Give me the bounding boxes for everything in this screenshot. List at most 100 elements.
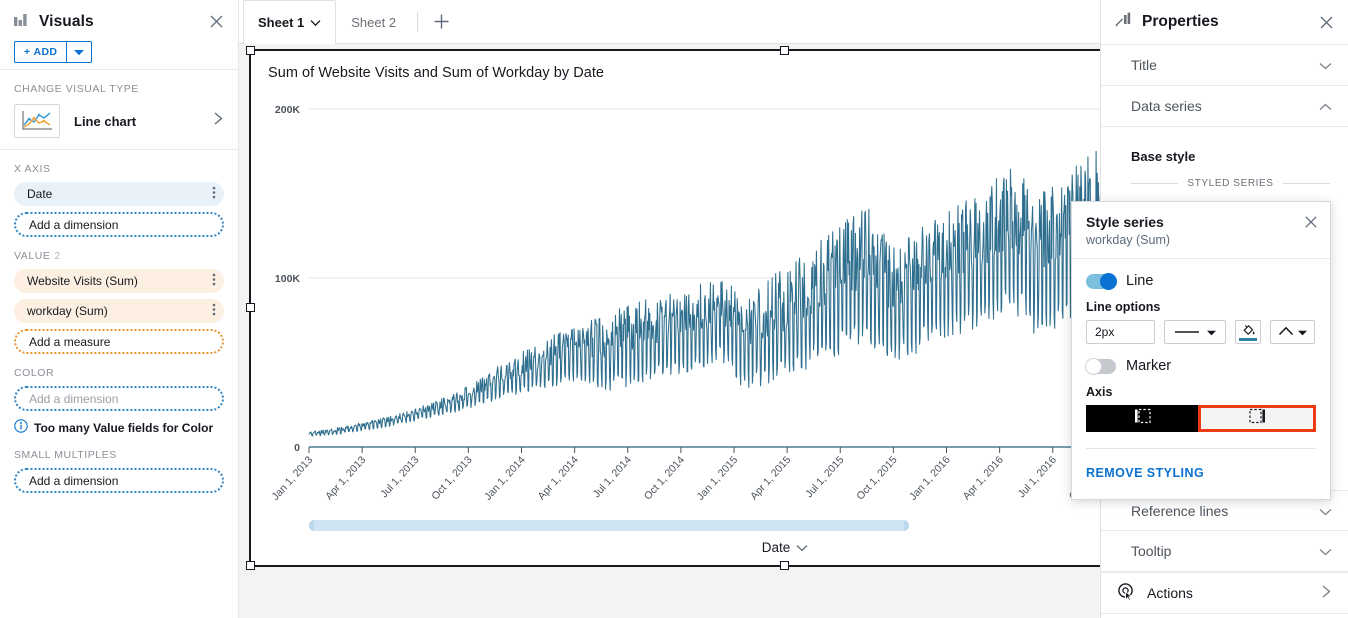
- style-series-popover[interactable]: Style series workday (Sum) Line Line opt…: [1071, 201, 1331, 500]
- color-add-dimension[interactable]: Add a dimension: [14, 386, 224, 411]
- value-add-measure[interactable]: Add a measure: [14, 329, 224, 354]
- svg-text:100K: 100K: [275, 273, 301, 285]
- x-axis-add-dimension[interactable]: Add a dimension: [14, 212, 224, 237]
- tab-label: Sheet 1: [258, 15, 304, 30]
- resize-handle-top-left[interactable]: [246, 46, 255, 55]
- close-icon[interactable]: [1318, 14, 1335, 36]
- close-icon[interactable]: [1303, 214, 1319, 235]
- kebab-menu-icon[interactable]: [212, 185, 216, 203]
- bar-chart-icon: [14, 12, 31, 32]
- value-label-text: VALUE: [14, 250, 50, 262]
- svg-text:Apr 1, 2015: Apr 1, 2015: [748, 454, 793, 502]
- kebab-menu-icon[interactable]: [212, 302, 216, 320]
- chevron-down-icon[interactable]: [796, 540, 808, 555]
- style-series-subtitle: workday (Sum): [1086, 233, 1316, 247]
- line-style-select[interactable]: [1164, 320, 1226, 344]
- axis-label: Axis: [1086, 385, 1316, 399]
- sheet-tabbar: Sheet 1 Sheet 2: [239, 0, 1100, 44]
- resize-handle-top-center[interactable]: [780, 46, 789, 55]
- selected-visual[interactable]: Sum of Website Visits and Sum of Workday…: [249, 49, 1100, 567]
- visual-type-selector[interactable]: Line chart: [14, 102, 224, 149]
- properties-section-title[interactable]: Title: [1101, 45, 1348, 86]
- axis-left-button[interactable]: [1086, 405, 1198, 432]
- svg-text:Oct 1, 2014: Oct 1, 2014: [642, 454, 687, 502]
- scrollbar-right-handle[interactable]: [904, 520, 909, 531]
- base-style-label: Base style: [1101, 127, 1348, 164]
- tab-sheet-2[interactable]: Sheet 2: [336, 0, 411, 43]
- line-toggle[interactable]: [1086, 274, 1116, 289]
- svg-text:0: 0: [294, 442, 300, 454]
- axis-left-icon: [1134, 408, 1151, 429]
- field-pill-workday[interactable]: workday (Sum): [14, 299, 224, 323]
- svg-text:Jul 1, 2016: Jul 1, 2016: [1016, 454, 1059, 500]
- value-field-count: 2: [54, 250, 60, 262]
- line-width-select[interactable]: 2px: [1086, 320, 1155, 344]
- section-label: Title: [1131, 57, 1157, 73]
- line-options-row: 2px: [1086, 320, 1316, 344]
- actions-target-icon: [1117, 582, 1136, 604]
- resize-handle-left-center[interactable]: [246, 303, 255, 312]
- svg-text:Oct 1, 2013: Oct 1, 2013: [429, 454, 474, 502]
- svg-text:Jan 1, 2014: Jan 1, 2014: [482, 454, 528, 503]
- color-warning-text: Too many Value fields for Color: [34, 421, 213, 435]
- axis-right-button[interactable]: [1198, 405, 1316, 432]
- axis-segment-control: [1086, 405, 1316, 432]
- svg-text:Apr 1, 2016: Apr 1, 2016: [961, 454, 1006, 502]
- svg-text:Oct 1, 2015: Oct 1, 2015: [854, 454, 899, 502]
- caret-down-icon: [1298, 325, 1307, 339]
- remove-styling-button[interactable]: REMOVE STYLING: [1086, 449, 1316, 483]
- line-chart[interactable]: 0100K200K Jan 1, 2013Apr 1, 2013Jul 1, 2…: [251, 99, 1100, 509]
- sheet-canvas: Sheet 1 Sheet 2 Sum of Website Visits: [239, 0, 1100, 618]
- chevron-down-icon[interactable]: [1319, 57, 1332, 73]
- chart-properties-icon: [1115, 12, 1133, 33]
- marker-toggle[interactable]: [1086, 359, 1116, 374]
- properties-actions-row[interactable]: Actions: [1101, 572, 1348, 614]
- tab-sheet-1[interactable]: Sheet 1: [243, 0, 336, 43]
- change-visual-type-label: CHANGE VISUAL TYPE: [14, 83, 238, 95]
- date-range-scrollbar[interactable]: [309, 520, 909, 531]
- styled-series-separator: STYLED SERIES: [1101, 164, 1348, 189]
- line-options-label: Line options: [1086, 300, 1316, 314]
- chevron-up-icon[interactable]: [1319, 98, 1332, 114]
- svg-text:Jan 1, 2013: Jan 1, 2013: [270, 454, 316, 503]
- line-shape-select[interactable]: [1270, 320, 1315, 344]
- field-pill-label: workday (Sum): [27, 304, 108, 318]
- visuals-panel-header: Visuals + ADD: [0, 0, 238, 70]
- line-color-button[interactable]: [1235, 320, 1261, 344]
- chart-plot-area[interactable]: 0100K200K Jan 1, 2013Apr 1, 2013Jul 1, 2…: [251, 99, 1100, 509]
- properties-section-tooltip[interactable]: Tooltip: [1101, 531, 1348, 572]
- resize-handle-bottom-left[interactable]: [246, 561, 255, 570]
- line-color-swatch: [1239, 338, 1257, 341]
- section-label: Tooltip: [1131, 543, 1171, 559]
- actions-label: Actions: [1147, 585, 1193, 601]
- styled-series-label: STYLED SERIES: [1187, 178, 1273, 189]
- add-visual-button[interactable]: + ADD: [14, 41, 66, 63]
- chevron-down-icon[interactable]: [1319, 543, 1332, 559]
- value-label: VALUE 2: [14, 250, 238, 262]
- chevron-down-icon[interactable]: [310, 15, 321, 30]
- chevron-right-icon[interactable]: [1321, 584, 1332, 602]
- field-pill-label: Date: [27, 187, 52, 201]
- field-pill-label: Website Visits (Sum): [27, 274, 138, 288]
- close-icon[interactable]: [208, 13, 226, 31]
- axis-right-icon: [1249, 408, 1266, 429]
- plus-icon[interactable]: [424, 0, 458, 43]
- chevron-down-icon[interactable]: [1319, 503, 1332, 519]
- x-axis-label: X AXIS: [14, 163, 238, 175]
- scrollbar-left-handle[interactable]: [309, 520, 314, 531]
- resize-handle-bottom-center[interactable]: [780, 561, 789, 570]
- field-pill-date[interactable]: Date: [14, 182, 224, 206]
- tab-label: Sheet 2: [351, 15, 396, 30]
- small-multiples-add-dimension[interactable]: Add a dimension: [14, 468, 224, 493]
- visual-type-name: Line chart: [74, 114, 213, 129]
- caret-down-icon[interactable]: [66, 41, 92, 63]
- chevron-right-icon[interactable]: [213, 111, 224, 131]
- line-shape-icon: [1278, 325, 1294, 339]
- field-pill-website-visits[interactable]: Website Visits (Sum): [14, 269, 224, 293]
- properties-section-data-series[interactable]: Data series: [1101, 86, 1348, 127]
- kebab-menu-icon[interactable]: [212, 272, 216, 290]
- x-axis-field-selector[interactable]: Date: [251, 540, 1100, 555]
- style-series-title: Style series: [1086, 214, 1316, 230]
- svg-text:200K: 200K: [275, 104, 301, 116]
- color-label: COLOR: [14, 367, 238, 379]
